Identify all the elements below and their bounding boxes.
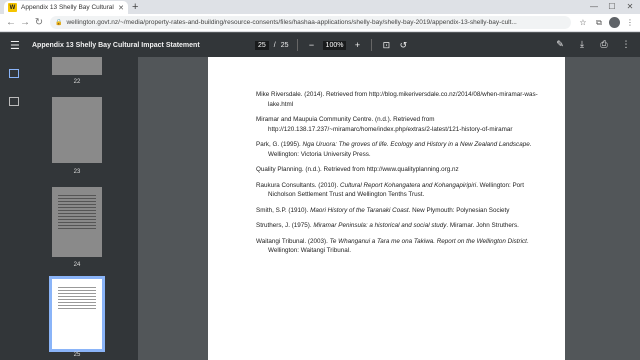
reference-entry: Raukura Consultants. (2010). Cultural Re… [256, 181, 525, 199]
toolbar-divider [371, 39, 373, 51]
thumbnail-label: 25 [73, 352, 81, 358]
pdf-viewer[interactable]: Mike Riversdale. (2014). Retrieved from … [138, 57, 640, 360]
close-window-icon[interactable]: ✕ [624, 1, 636, 13]
reference-entry: Smith, S.P. (1910). Maori History of the… [256, 206, 510, 214]
window-controls: — ☐ ✕ [588, 1, 636, 13]
thumbnail-label: 22 [73, 79, 81, 85]
tab-strip: W Appendix 13 Shelly Bay Cultural I ✕ + … [0, 0, 640, 14]
download-icon[interactable]: ⤓ [576, 39, 588, 50]
back-arrow-icon[interactable]: ← [4, 17, 18, 28]
url-text: wellington.govt.nz/~/media/property-rate… [66, 19, 517, 26]
page-thumbnail[interactable] [52, 57, 102, 75]
url-input[interactable]: 🔒 wellington.govt.nz/~/media/property-ra… [50, 16, 571, 29]
site-favicon: W [8, 3, 17, 12]
zoom-in-button[interactable]: + [351, 40, 363, 50]
rotate-icon[interactable]: ↺ [397, 40, 409, 51]
page-thumbnail[interactable] [52, 97, 102, 163]
maximize-icon[interactable]: ☐ [606, 1, 618, 13]
new-tab-button[interactable]: + [132, 1, 138, 13]
thumbnail-label: 24 [73, 262, 81, 268]
close-tab-icon[interactable]: ✕ [118, 4, 124, 12]
reference-entry: Mike Riversdale. (2014). Retrieved from … [256, 91, 538, 108]
address-bar: ← → ↻ 🔒 wellington.govt.nz/~/media/prope… [0, 14, 640, 32]
page-controls: 25 / 25 − 100% + ⊡ ↺ [255, 39, 409, 51]
reference-entry: Park, G. (1995). Nga Uruora: The groves … [256, 141, 532, 158]
minimize-icon[interactable]: — [588, 1, 600, 13]
total-pages: 25 [280, 41, 289, 49]
reference-entry: Struthers, J. (1975). Miramar Peninsula:… [256, 222, 519, 229]
pen-icon[interactable]: ✎ [554, 39, 566, 50]
reference-entry: Quality Planning. (n.d.). Retrieved from… [256, 166, 459, 173]
tab-title: Appendix 13 Shelly Bay Cultural I [21, 4, 116, 11]
reload-icon[interactable]: ↻ [32, 17, 46, 28]
reference-entry: Waitangi Tribunal. (2003). Te Whanganui … [256, 237, 529, 255]
pdf-toolbar: ☰ Appendix 13 Shelly Bay Cultural Impact… [0, 33, 640, 57]
sidebar-rail [0, 57, 28, 360]
page-thumbnail-selected[interactable] [49, 276, 105, 352]
outline-view-icon[interactable] [9, 97, 19, 106]
thumbnail-pane: 22 23 24 25 [28, 57, 138, 360]
bookmark-star-icon[interactable]: ☆ [577, 18, 589, 27]
browser-menu-icon[interactable]: ⋮ [624, 18, 636, 27]
document-title: Appendix 13 Shelly Bay Cultural Impact S… [32, 41, 200, 49]
lock-icon[interactable]: 🔒 [55, 19, 62, 26]
fit-page-icon[interactable]: ⊡ [380, 40, 392, 51]
reference-entry: Miramar and Maupuia Community Centre. (n… [256, 116, 513, 133]
thumbnail-label: 23 [73, 169, 81, 175]
browser-tab[interactable]: W Appendix 13 Shelly Bay Cultural I ✕ [4, 1, 128, 14]
page-thumbnail[interactable] [52, 187, 102, 257]
zoom-out-button[interactable]: − [306, 40, 318, 50]
avatar[interactable] [609, 17, 620, 28]
pdf-page: Mike Riversdale. (2014). Retrieved from … [208, 57, 565, 360]
reference-list: Mike Riversdale. (2014). Retrieved from … [256, 90, 546, 262]
thumbnails-view-icon[interactable] [9, 69, 19, 78]
forward-arrow-icon[interactable]: → [18, 17, 32, 28]
menu-icon[interactable]: ☰ [10, 39, 26, 52]
print-icon[interactable]: ⎙ [598, 39, 610, 50]
extensions-icon[interactable]: ⧉ [593, 18, 605, 28]
toolbar-divider [296, 39, 298, 51]
page-separator: / [273, 41, 276, 49]
page-number-input[interactable]: 25 [255, 40, 269, 50]
zoom-level-input[interactable]: 100% [322, 40, 347, 50]
more-vert-icon[interactable]: ⋮ [620, 39, 632, 50]
